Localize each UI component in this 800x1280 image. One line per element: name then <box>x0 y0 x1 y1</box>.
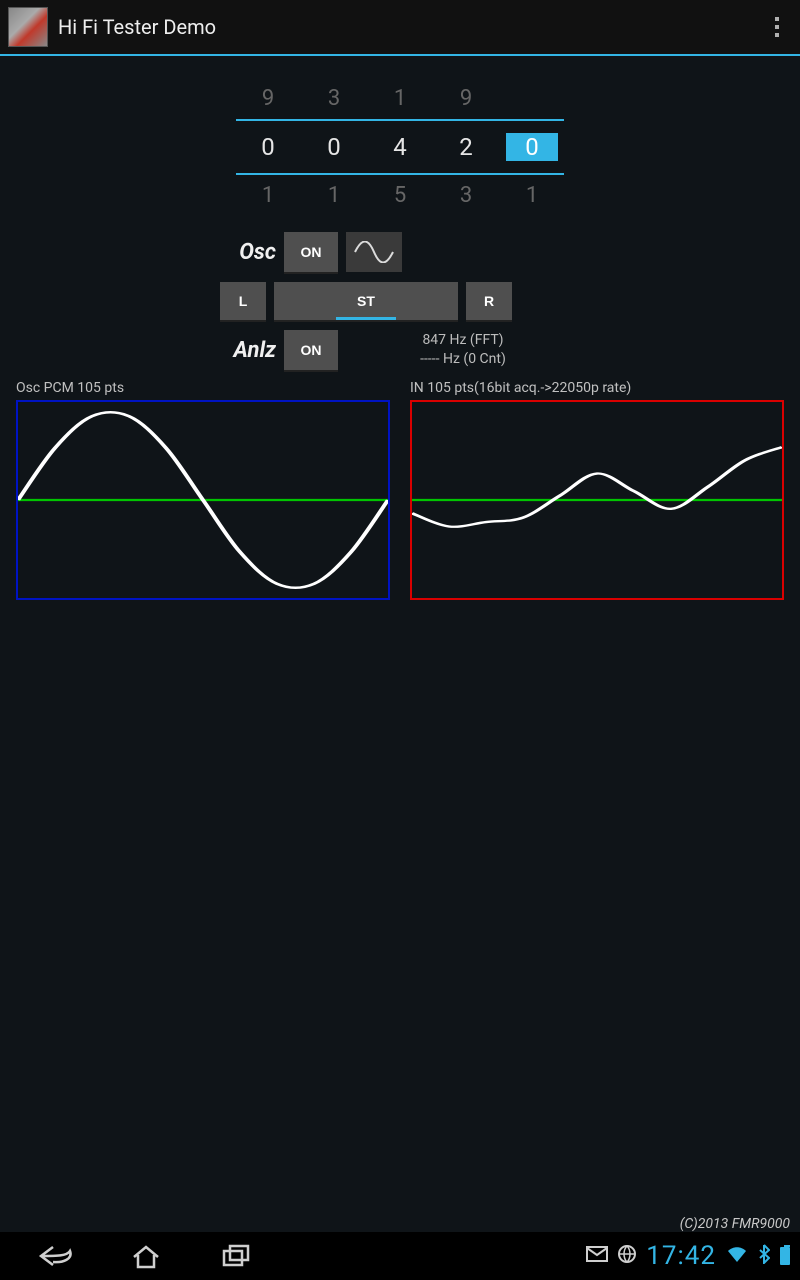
digit-3[interactable]: 2 <box>440 133 492 161</box>
cnt-readout: ----- Hz (0 Cnt) <box>346 350 580 369</box>
channel-row: L ST R <box>220 282 580 320</box>
input-scope: IN 105 pts(16bit acq.->22050p rate) <box>410 380 784 600</box>
globe-icon[interactable] <box>618 1245 636 1267</box>
osc-scope-label: Osc PCM 105 pts <box>16 380 390 396</box>
app-title: Hi Fi Tester Demo <box>58 15 762 39</box>
sine-wave-icon <box>354 241 394 263</box>
home-button[interactable] <box>126 1240 166 1272</box>
channel-stereo-button[interactable]: ST <box>274 282 458 320</box>
fft-readout: 847 Hz (FFT) <box>346 331 580 350</box>
digit-4[interactable]: 0 <box>506 133 558 161</box>
digit-2[interactable]: 4 <box>374 133 426 161</box>
input-scope-box <box>410 400 784 600</box>
osc-label: Osc <box>220 240 276 265</box>
picker-row-value[interactable]: 0 0 4 2 0 <box>236 119 564 175</box>
waveform-button[interactable] <box>346 232 402 272</box>
channel-left-button[interactable]: L <box>220 282 266 320</box>
app-icon <box>8 7 48 47</box>
frequency-picker[interactable]: 9 3 1 9 0 0 4 2 0 1 1 5 3 1 <box>236 78 564 216</box>
recent-apps-button[interactable] <box>216 1240 256 1272</box>
picker-row-below: 1 1 5 3 1 <box>236 175 564 216</box>
anlz-label: Anlz <box>220 338 276 363</box>
osc-scope: Osc PCM 105 pts <box>16 380 390 600</box>
anlz-row: Anlz ON 847 Hz (FFT) ----- Hz (0 Cnt) <box>220 330 580 370</box>
input-scope-label: IN 105 pts(16bit acq.->22050p rate) <box>410 380 784 396</box>
battery-icon <box>780 1247 790 1265</box>
status-clock: 17:42 <box>646 1241 716 1271</box>
bluetooth-icon <box>758 1244 770 1268</box>
anlz-readout: 847 Hz (FFT) ----- Hz (0 Cnt) <box>346 331 580 369</box>
main-content: 9 3 1 9 0 0 4 2 0 1 1 5 3 1 Osc ON <box>0 56 800 600</box>
digit-0[interactable]: 0 <box>242 133 294 161</box>
osc-on-button[interactable]: ON <box>284 232 338 272</box>
system-navbar: 17:42 <box>0 1232 800 1280</box>
digit-1[interactable]: 0 <box>308 133 360 161</box>
action-bar: Hi Fi Tester Demo <box>0 0 800 56</box>
wifi-icon <box>726 1245 748 1267</box>
picker-row-above: 9 3 1 9 <box>236 78 564 119</box>
osc-row: Osc ON <box>220 232 580 272</box>
osc-scope-box <box>16 400 390 600</box>
mail-icon[interactable] <box>586 1246 608 1266</box>
copyright-text: (C)2013 FMR9000 <box>680 1216 790 1232</box>
anlz-on-button[interactable]: ON <box>284 330 338 370</box>
back-button[interactable] <box>36 1240 76 1272</box>
channel-right-button[interactable]: R <box>466 282 512 320</box>
overflow-menu-icon[interactable] <box>762 17 792 37</box>
